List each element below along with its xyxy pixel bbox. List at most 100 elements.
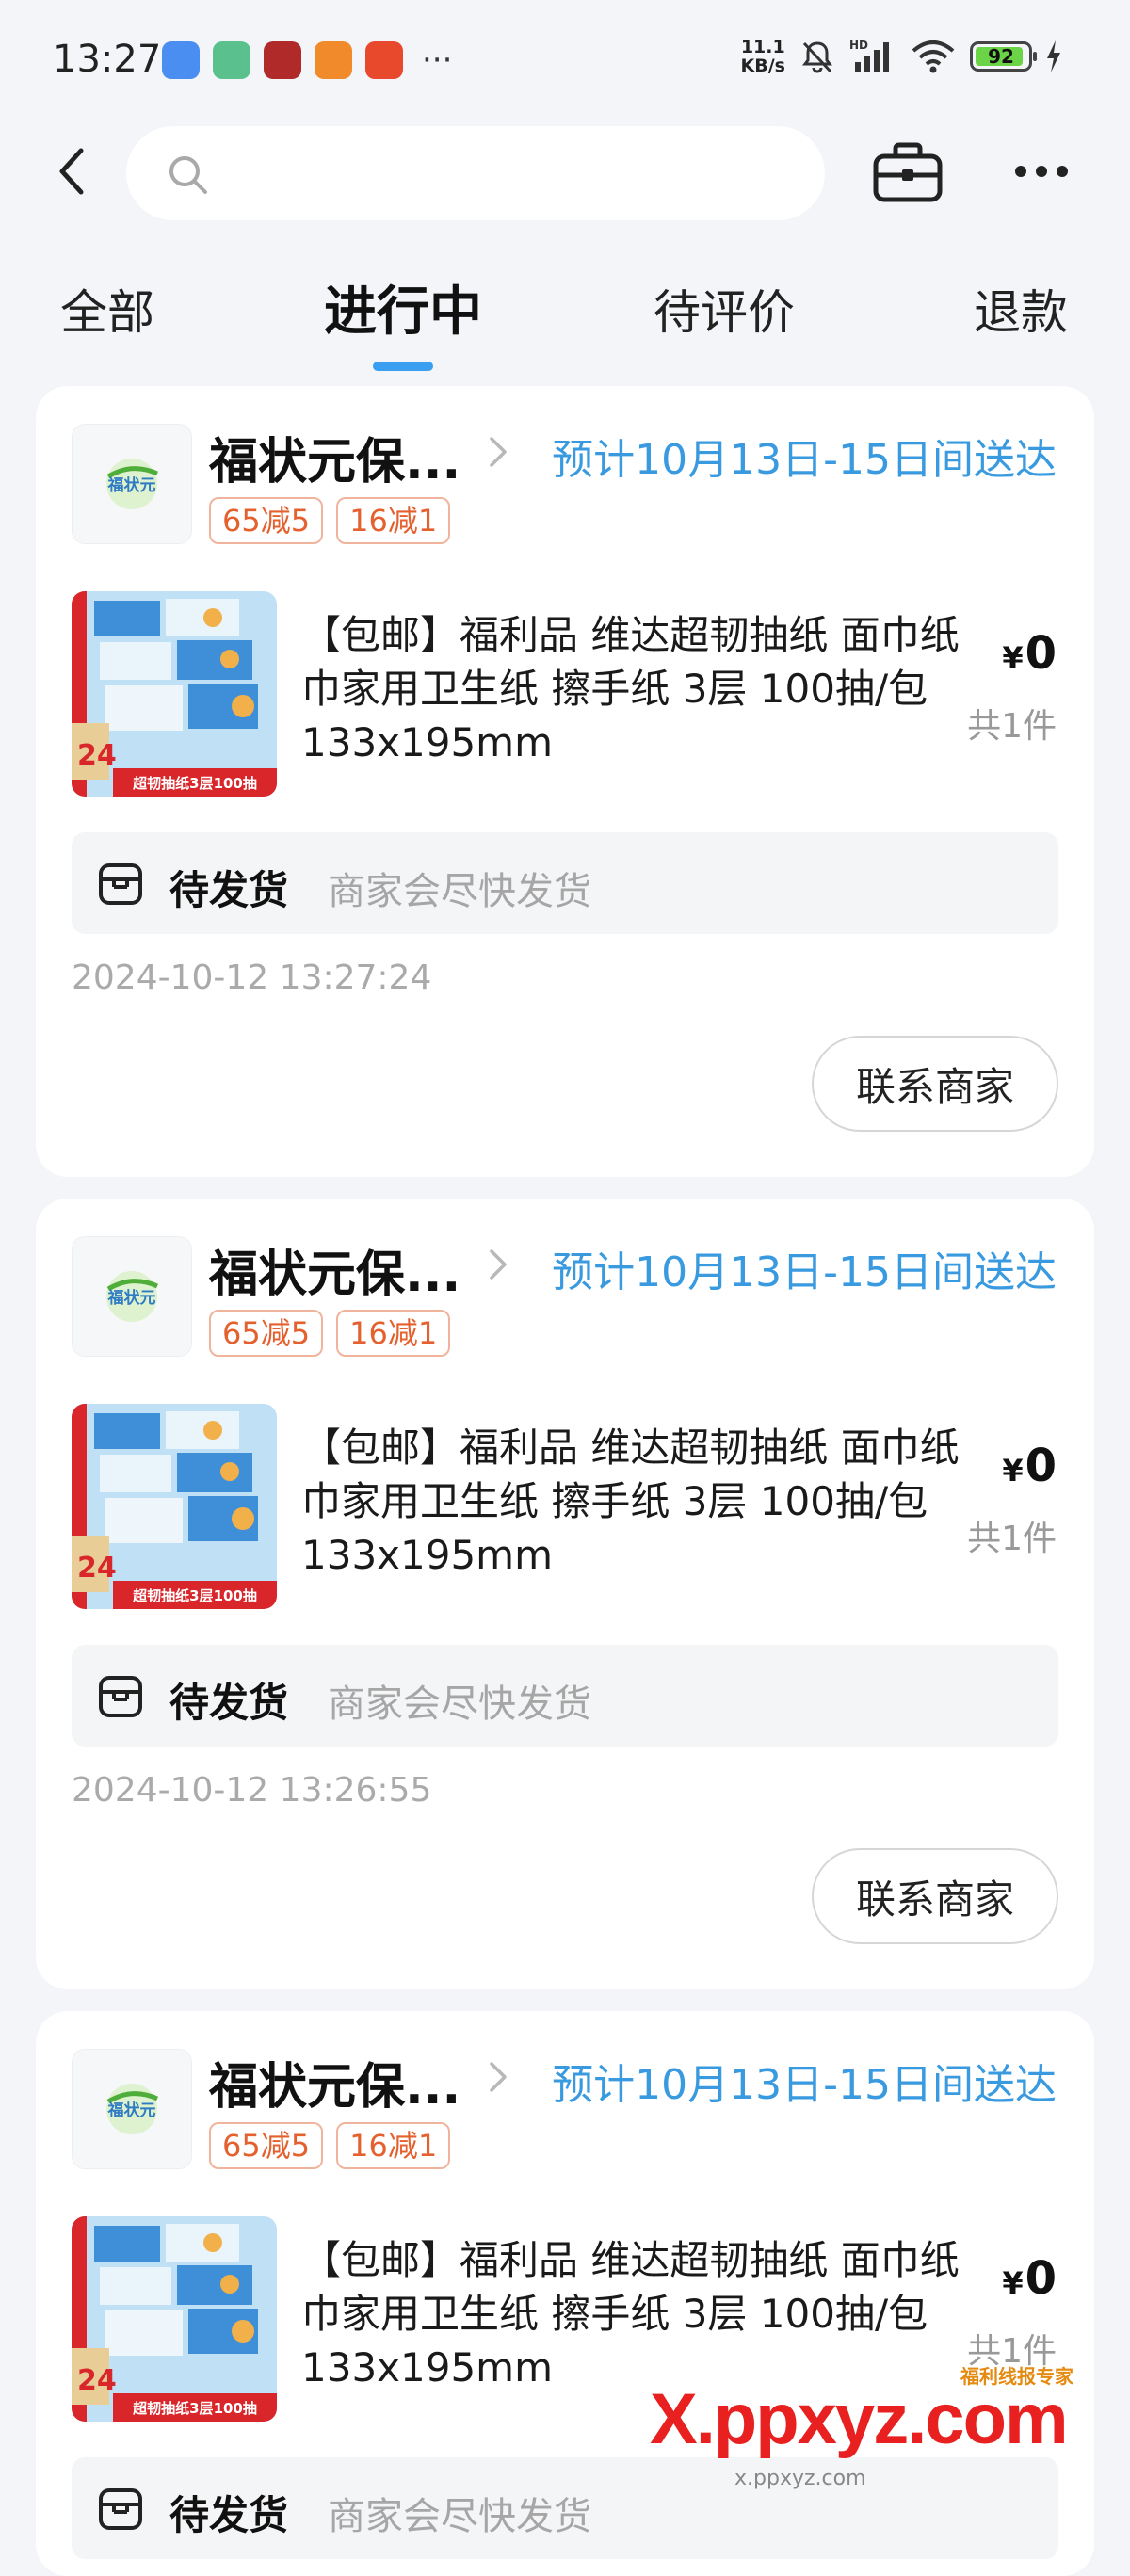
svg-text:24: 24 bbox=[77, 1552, 117, 1585]
shop-logo-icon: 福状元 bbox=[106, 459, 159, 509]
svg-text:超韧抽纸3层100抽: 超韧抽纸3层100抽 bbox=[132, 775, 257, 792]
product-thumbnail[interactable]: 24 超韧抽纸3层100抽 bbox=[72, 1404, 277, 1609]
status-description: 商家会尽快发货 bbox=[328, 1682, 591, 1726]
coupon-tag: 65减5 bbox=[209, 2122, 324, 2169]
shop-logo[interactable]: 福状元 bbox=[72, 424, 192, 544]
shop-logo[interactable]: 福状元 bbox=[72, 1236, 192, 1357]
back-arrow-icon bbox=[59, 148, 84, 195]
shop-logo-icon: 福状元 bbox=[106, 2084, 159, 2134]
coupon-tags: 65减5 16减1 bbox=[209, 1310, 451, 1357]
coupon-tags: 65减5 16减1 bbox=[209, 497, 451, 544]
currency-symbol: ¥ bbox=[1002, 2265, 1024, 2301]
delivery-estimate: 预计10月13日-15日间送达 bbox=[552, 1248, 1057, 1296]
status-bar: 13:27 ··· 11.1 KB/s HD 92 bbox=[0, 0, 1130, 122]
order-card[interactable]: 福状元 福状元保... 预计10月13日-15日间送达 65减5 16减1 24… bbox=[36, 2011, 1094, 2576]
system-status: 11.1 KB/s HD 92 bbox=[741, 38, 1062, 75]
app-notification-icon bbox=[213, 41, 250, 79]
delivery-estimate: 预计10月13日-15日间送达 bbox=[552, 2061, 1057, 2109]
tab-to-review[interactable]: 待评价 bbox=[654, 275, 795, 343]
status-title: 待发货 bbox=[170, 2492, 289, 2538]
shop-name[interactable]: 福状元保... bbox=[209, 2047, 460, 2117]
clock: 13:27 bbox=[53, 38, 162, 81]
coupon-tag: 16减1 bbox=[336, 2122, 451, 2169]
more-icon bbox=[1015, 166, 1026, 177]
shipping-status[interactable]: 待发货 商家会尽快发货 bbox=[72, 832, 1058, 934]
svg-text:福状元: 福状元 bbox=[107, 1288, 156, 1308]
delivery-estimate: 预计10月13日-15日间送达 bbox=[552, 436, 1057, 484]
product-title[interactable]: 【包邮】福利品 维达超韧抽纸 面巾纸巾家用卫生纸 擦手纸 3层 100抽/包 1… bbox=[301, 608, 989, 769]
tab-in-progress[interactable]: 进行中 bbox=[324, 269, 482, 346]
chevron-right-icon[interactable] bbox=[484, 2058, 512, 2096]
product-price: ¥0 bbox=[1002, 2252, 1057, 2305]
tab-refund[interactable]: 退款 bbox=[974, 275, 1068, 343]
shop-name[interactable]: 福状元保... bbox=[209, 422, 460, 492]
shipping-status[interactable]: 待发货 商家会尽快发货 bbox=[72, 2457, 1058, 2559]
app-notification-icon bbox=[162, 41, 200, 79]
item-count: 共1件 bbox=[967, 707, 1057, 746]
toolbox-icon bbox=[873, 142, 943, 202]
svg-text:福状元: 福状元 bbox=[107, 475, 156, 495]
tab-all[interactable]: 全部 bbox=[60, 275, 154, 343]
active-tab-indicator bbox=[373, 362, 433, 371]
product-price: ¥0 bbox=[1002, 1440, 1057, 1492]
order-timestamp: 2024-10-12 13:26:55 bbox=[72, 1771, 432, 1810]
currency-symbol: ¥ bbox=[1002, 640, 1024, 676]
package-icon bbox=[99, 1676, 142, 1717]
search-icon bbox=[170, 156, 207, 194]
more-notifications-icon: ··· bbox=[422, 41, 453, 79]
notification-icons: ··· bbox=[162, 41, 452, 79]
coupon-tag: 16减1 bbox=[336, 1310, 451, 1357]
contact-merchant-button[interactable]: 联系商家 bbox=[812, 1036, 1058, 1132]
order-card[interactable]: 福状元 福状元保... 预计10月13日-15日间送达 65减5 16减1 24… bbox=[36, 1199, 1094, 1989]
chevron-right-icon[interactable] bbox=[484, 1246, 512, 1283]
order-card[interactable]: 福状元 福状元保... 预计10月13日-15日间送达 65减5 16减1 24… bbox=[36, 386, 1094, 1177]
product-price: ¥0 bbox=[1002, 627, 1057, 680]
toolbox-button[interactable] bbox=[872, 141, 944, 203]
mute-icon bbox=[802, 41, 832, 73]
network-speed: 11.1 KB/s bbox=[740, 37, 785, 76]
app-notification-icon bbox=[315, 41, 352, 79]
order-timestamp: 2024-10-12 13:27:24 bbox=[72, 958, 432, 997]
item-count: 共1件 bbox=[967, 1520, 1057, 1558]
watermark-brand: X.ppxyz.com bbox=[650, 2379, 1069, 2459]
package-icon bbox=[99, 2488, 142, 2530]
back-button[interactable] bbox=[49, 143, 105, 200]
status-title: 待发货 bbox=[170, 1680, 289, 1726]
wifi-icon bbox=[912, 40, 955, 73]
product-title[interactable]: 【包邮】福利品 维达超韧抽纸 面巾纸巾家用卫生纸 擦手纸 3层 100抽/包 1… bbox=[301, 2233, 989, 2394]
app-notification-icon bbox=[264, 41, 301, 79]
watermark-footer: x.ppxyz.com bbox=[734, 2467, 866, 2490]
tissue-product-image: 24 超韧抽纸3层100抽 bbox=[72, 591, 277, 797]
shop-logo-icon: 福状元 bbox=[106, 1271, 159, 1322]
contact-merchant-button[interactable]: 联系商家 bbox=[812, 1848, 1058, 1944]
app-notification-icon bbox=[365, 41, 403, 79]
tissue-product-image: 24 超韧抽纸3层100抽 bbox=[72, 2216, 277, 2422]
svg-text:HD: HD bbox=[849, 39, 868, 52]
battery-icon: 92 bbox=[970, 41, 1037, 72]
product-thumbnail[interactable]: 24 超韧抽纸3层100抽 bbox=[72, 591, 277, 797]
shop-name[interactable]: 福状元保... bbox=[209, 1234, 460, 1305]
currency-symbol: ¥ bbox=[1002, 1453, 1024, 1489]
coupon-tag: 65减5 bbox=[209, 1310, 324, 1357]
order-tabs: 全部 进行中 待评价 退款 bbox=[0, 266, 1130, 378]
svg-text:24: 24 bbox=[77, 739, 117, 772]
coupon-tag: 65减5 bbox=[209, 497, 324, 544]
product-title[interactable]: 【包邮】福利品 维达超韧抽纸 面巾纸巾家用卫生纸 擦手纸 3层 100抽/包 1… bbox=[301, 1421, 989, 1582]
signal-icon: HD bbox=[849, 39, 889, 72]
shipping-status[interactable]: 待发货 商家会尽快发货 bbox=[72, 1645, 1058, 1747]
svg-text:超韧抽纸3层100抽: 超韧抽纸3层100抽 bbox=[132, 2400, 257, 2417]
status-title: 待发货 bbox=[170, 867, 289, 913]
status-description: 商家会尽快发货 bbox=[328, 870, 591, 913]
shop-logo[interactable]: 福状元 bbox=[72, 2049, 192, 2169]
charging-icon bbox=[1047, 40, 1060, 72]
svg-text:超韧抽纸3层100抽: 超韧抽纸3层100抽 bbox=[132, 1587, 257, 1604]
svg-text:24: 24 bbox=[77, 2364, 117, 2397]
tissue-product-image: 24 超韧抽纸3层100抽 bbox=[72, 1404, 277, 1609]
search-input[interactable] bbox=[126, 126, 825, 220]
chevron-right-icon[interactable] bbox=[484, 433, 512, 471]
package-icon bbox=[99, 863, 142, 905]
product-thumbnail[interactable]: 24 超韧抽纸3层100抽 bbox=[72, 2216, 277, 2422]
coupon-tags: 65减5 16减1 bbox=[209, 2122, 451, 2169]
svg-text:福状元: 福状元 bbox=[107, 2101, 156, 2120]
more-button[interactable] bbox=[1015, 154, 1083, 188]
